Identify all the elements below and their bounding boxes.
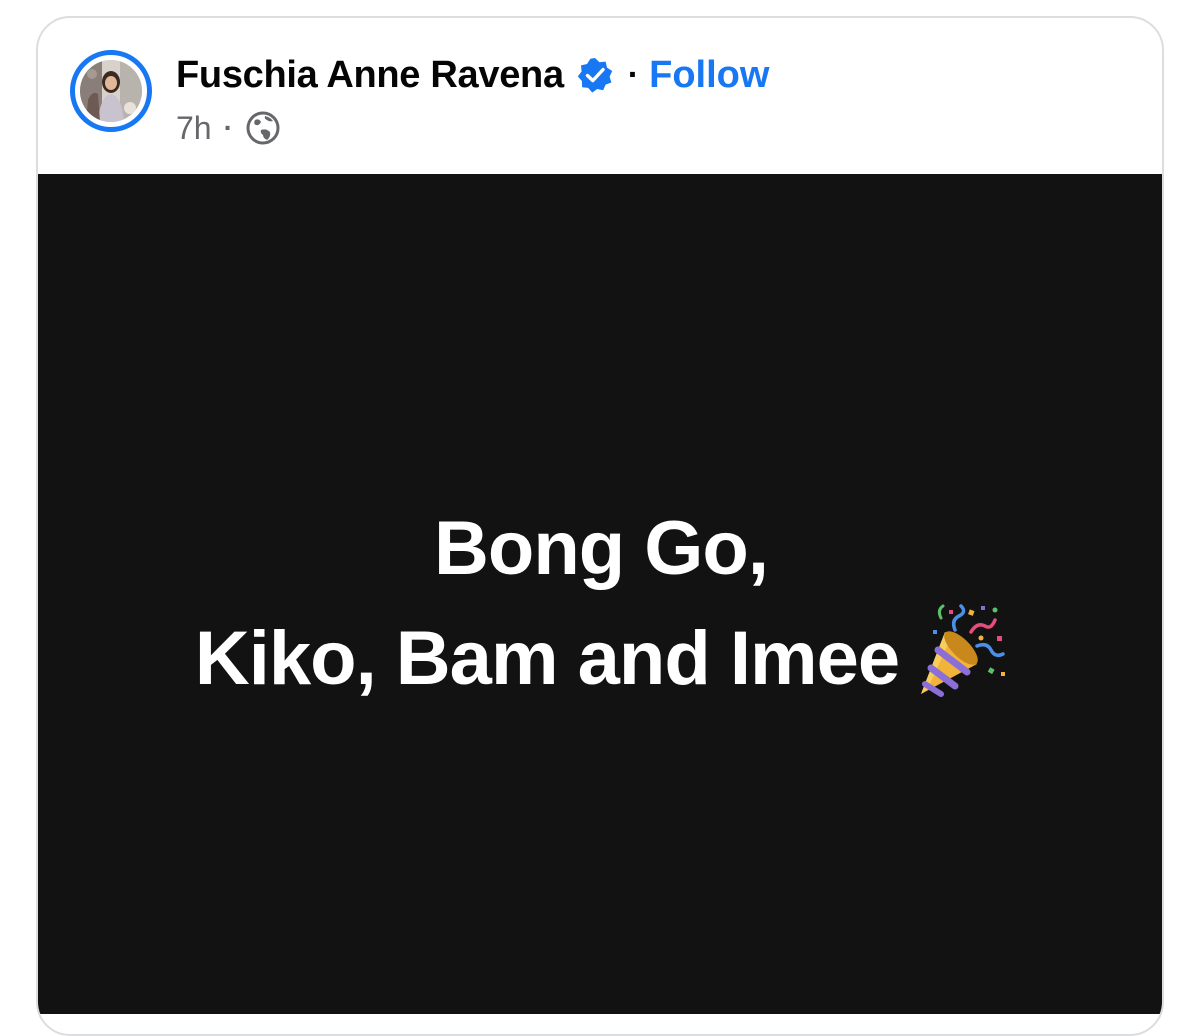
post-text-line-2-wrapper: Kiko, Bam and Imee [38, 602, 1162, 712]
post-card: Fuschia Anne Ravena · Follow 7h · Bong G… [36, 16, 1164, 1036]
author-avatar[interactable] [70, 50, 152, 132]
post-header: Fuschia Anne Ravena · Follow 7h · [38, 18, 1162, 174]
post-meta-row: 7h · [176, 106, 281, 150]
globe-icon[interactable] [245, 110, 281, 146]
verified-badge-icon [576, 56, 614, 94]
post-content-background: Bong Go, Kiko, Bam and Imee [38, 174, 1162, 1014]
avatar-image [80, 60, 142, 122]
post-text-line-1: Bong Go, [434, 506, 769, 591]
author-name[interactable]: Fuschia Anne Ravena [176, 54, 564, 97]
author-name-row: Fuschia Anne Ravena · Follow [176, 48, 769, 102]
party-popper-icon [911, 602, 1007, 698]
post-text: Bong Go, Kiko, Bam and Imee [38, 496, 1162, 712]
name-separator: · [627, 55, 640, 94]
post-timestamp[interactable]: 7h [176, 110, 212, 147]
post-text-line-2: Kiko, Bam and Imee [194, 616, 900, 701]
meta-separator: · [223, 112, 233, 143]
follow-button[interactable]: Follow [649, 54, 769, 97]
